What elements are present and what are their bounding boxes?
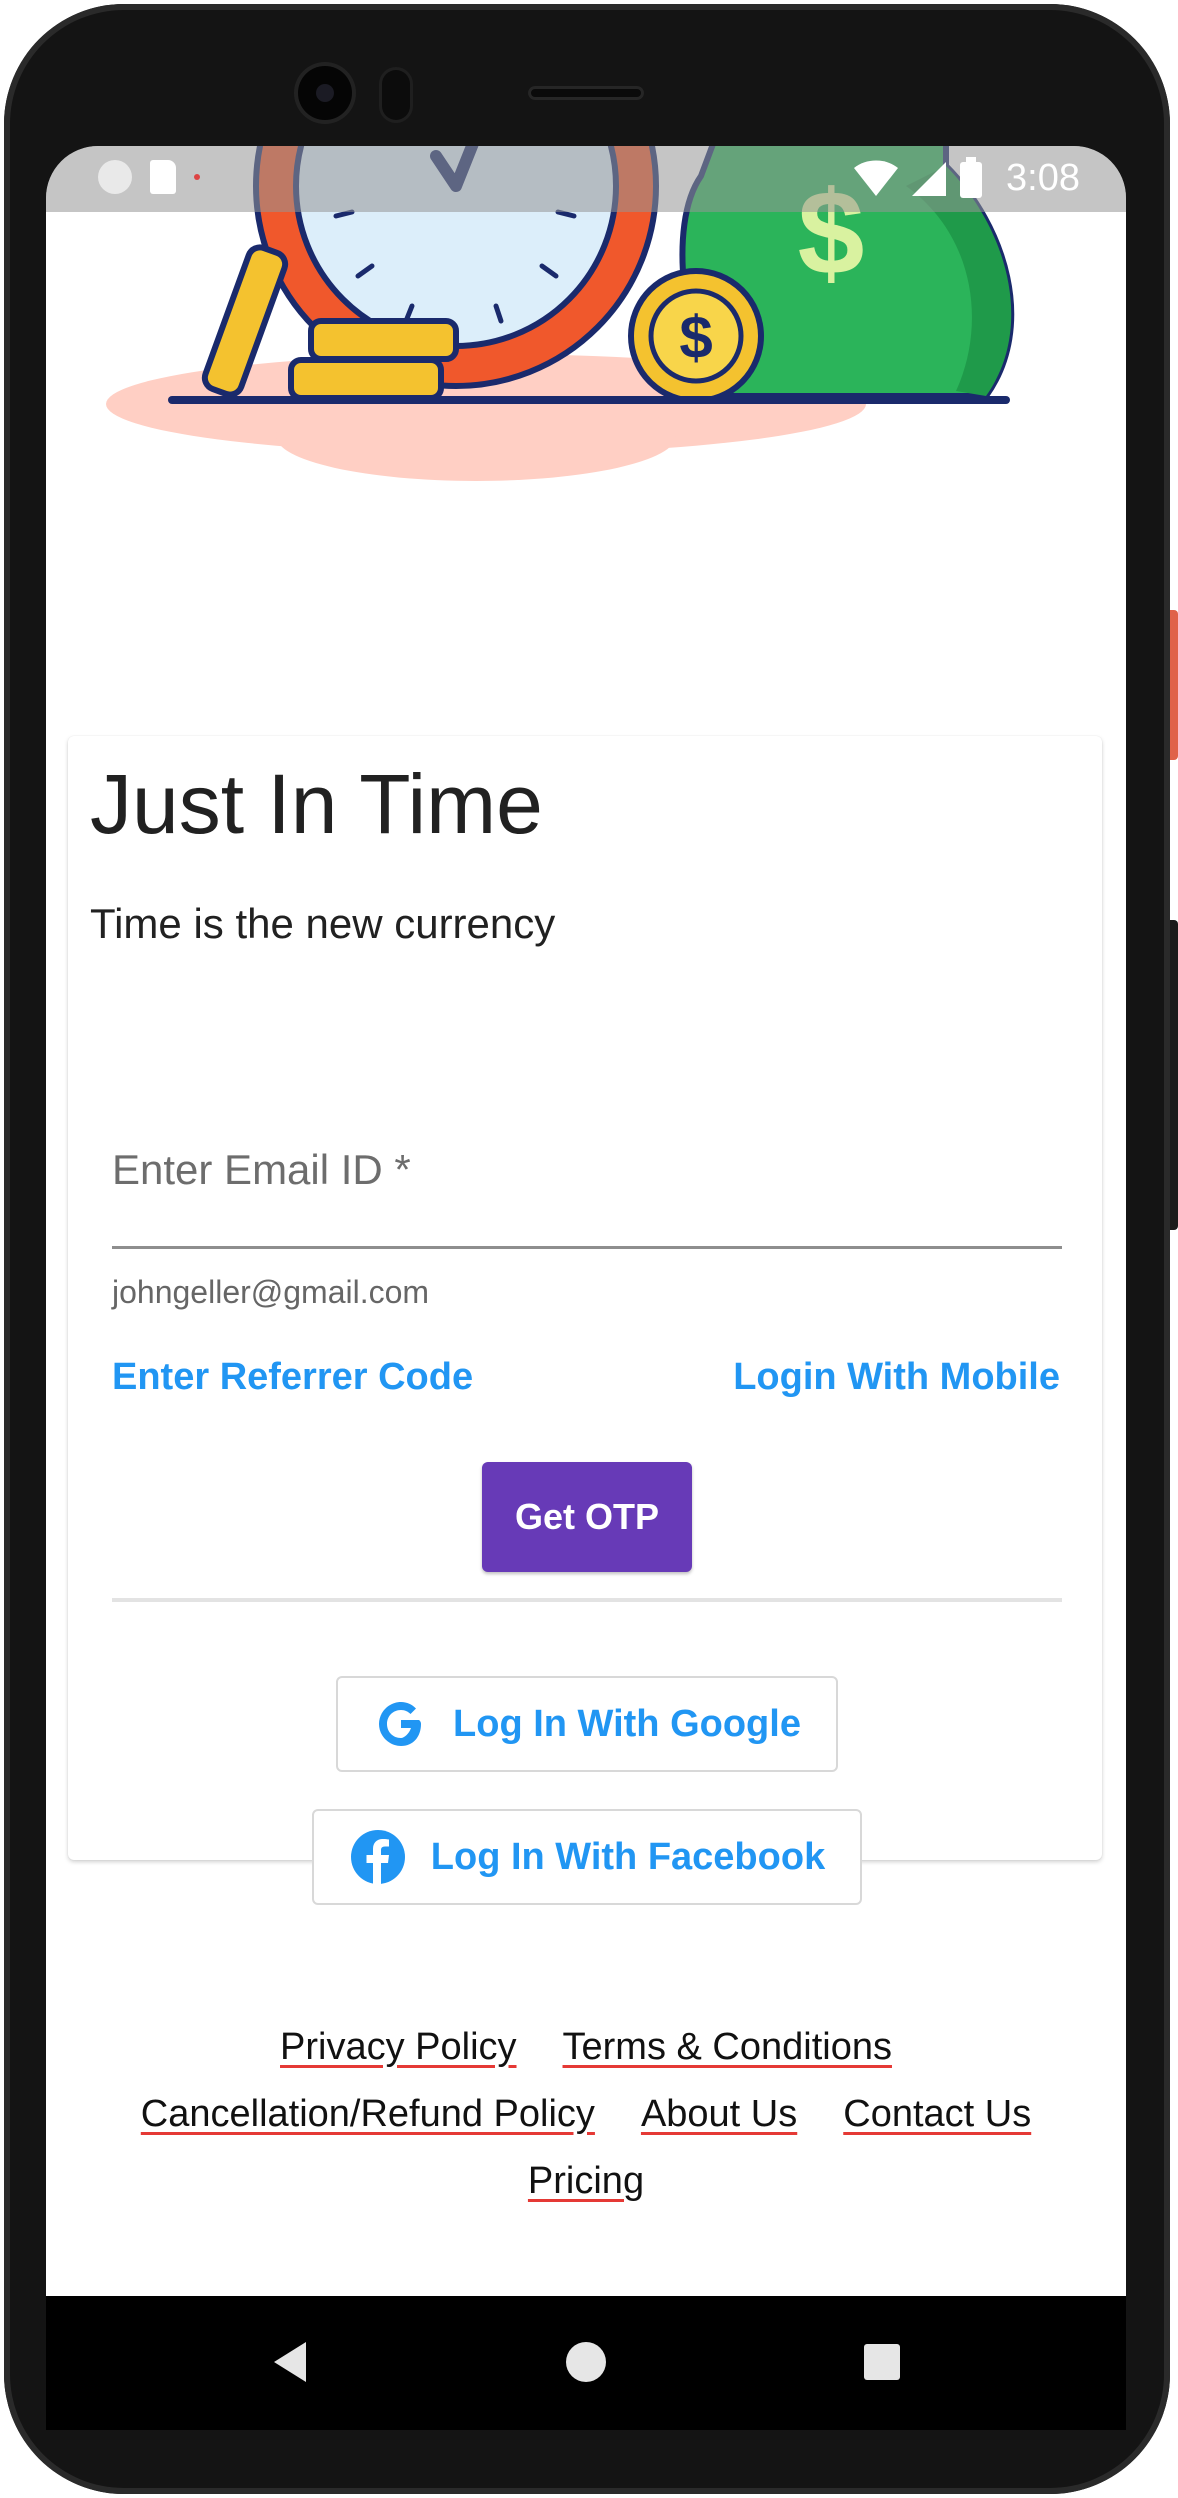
about-us-link[interactable]: About Us [641, 2093, 797, 2136]
system-navigation-bar [46, 2296, 1126, 2430]
coin-stack-bottom [288, 357, 444, 401]
email-input[interactable]: Enter Email ID * [112, 1146, 411, 1194]
referrer-code-link[interactable]: Enter Referrer Code [112, 1356, 473, 1399]
home-icon[interactable] [566, 2342, 606, 2382]
footer-links: Privacy Policy Terms & Conditions Cancel… [46, 2026, 1126, 2227]
notification-dot-icon [194, 174, 200, 180]
front-camera [298, 66, 352, 120]
dollar-coin-symbol: $ [679, 304, 712, 371]
earpiece-speaker [528, 86, 644, 100]
facebook-login-button[interactable]: Log In With Facebook [312, 1809, 862, 1905]
login-card: Just In Time Time is the new currency En… [68, 736, 1102, 1905]
app-screen: $ $ 3:08 Just In Time Time is the new cu… [46, 146, 1126, 2296]
footer-row-1: Privacy Policy Terms & Conditions [46, 2026, 1126, 2069]
facebook-login-label: Log In With Facebook [430, 1835, 826, 1878]
email-input-underline [112, 1246, 1062, 1249]
coin-stack-top [308, 318, 459, 362]
phone-device: $ $ 3:08 Just In Time Time is the new cu… [0, 0, 1178, 2498]
wifi-icon [854, 160, 898, 196]
pricing-link[interactable]: Pricing [528, 2160, 644, 2203]
notification-circle-icon [98, 160, 132, 194]
back-icon[interactable] [274, 2342, 306, 2382]
refund-policy-link[interactable]: Cancellation/Refund Policy [141, 2093, 595, 2136]
google-login-button[interactable]: Log In With Google [336, 1676, 838, 1772]
footer-row-2: Cancellation/Refund Policy About Us Cont… [46, 2093, 1126, 2136]
facebook-icon [350, 1830, 405, 1884]
signal-icon [912, 162, 946, 196]
sd-card-icon [150, 160, 176, 194]
volume-button [1170, 920, 1178, 1230]
google-login-label: Log In With Google [453, 1702, 801, 1745]
terms-conditions-link[interactable]: Terms & Conditions [563, 2026, 892, 2069]
battery-icon [960, 157, 982, 198]
section-divider [112, 1598, 1062, 1602]
login-with-mobile-link[interactable]: Login With Mobile [733, 1356, 1060, 1399]
app-subtitle: Time is the new currency [90, 900, 556, 947]
get-otp-button[interactable]: Get OTP [482, 1462, 692, 1572]
status-time: 3:08 [1006, 156, 1080, 199]
proximity-sensor [382, 70, 410, 120]
status-bar: 3:08 [46, 146, 1126, 212]
footer-row-3: Pricing [46, 2160, 1126, 2203]
email-helper-text: johngeller@gmail.com [112, 1274, 430, 1310]
contact-us-link[interactable]: Contact Us [843, 2093, 1031, 2136]
power-button [1170, 610, 1178, 760]
privacy-policy-link[interactable]: Privacy Policy [280, 2026, 517, 2069]
status-bar-left [98, 160, 200, 194]
hero-shadow-blob-lower [276, 391, 676, 481]
app-title: Just In Time [90, 757, 543, 851]
status-bar-right: 3:08 [852, 156, 1126, 200]
recent-apps-icon[interactable] [864, 2344, 900, 2380]
google-icon [379, 1702, 422, 1746]
